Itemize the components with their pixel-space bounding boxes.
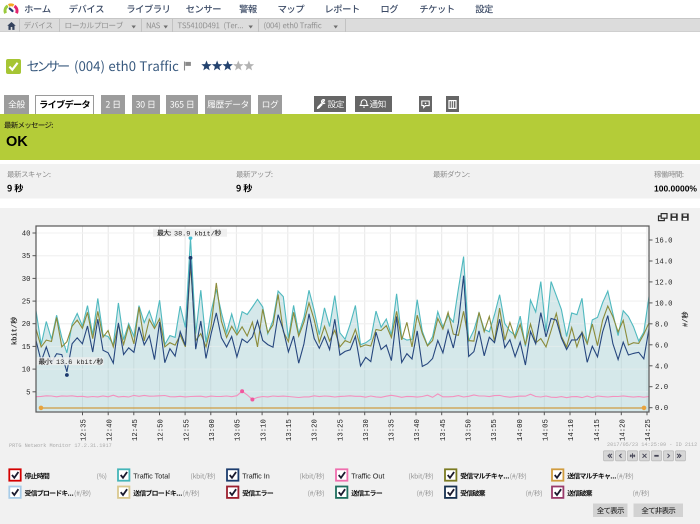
svg-text:100.0000%: 100.0000% [654,184,697,194]
